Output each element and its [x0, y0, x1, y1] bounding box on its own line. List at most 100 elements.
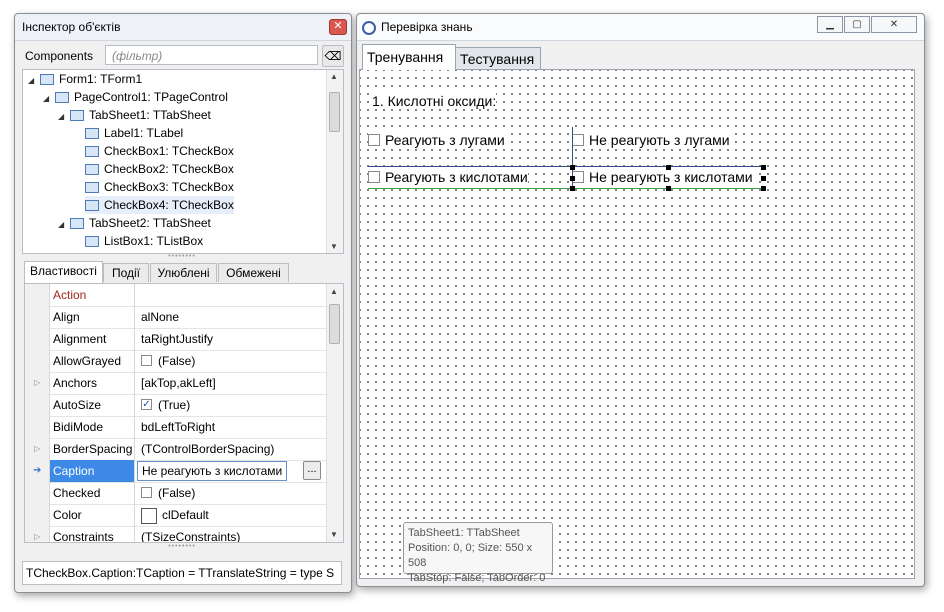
scroll-down-icon[interactable]: ▼: [330, 242, 338, 251]
maximize-icon[interactable]: ▢: [844, 16, 870, 33]
property-value[interactable]: alNone: [137, 306, 325, 328]
tree-item-label: Label1: TLabel: [104, 126, 184, 140]
tree-item-checkbox3[interactable]: CheckBox3: TCheckBox: [85, 178, 234, 196]
collapse-icon[interactable]: ◢: [58, 220, 64, 229]
property-row-borderspacing[interactable]: ▷ BorderSpacing (TControlBorderSpacing): [25, 438, 326, 461]
property-value-text: (False): [158, 486, 196, 500]
pagecontrol-icon: [55, 92, 69, 104]
checkbox-box[interactable]: [572, 134, 584, 147]
checkbox-unchecked[interactable]: [141, 487, 152, 499]
property-row-constraints[interactable]: ▷ Constraints (TSizeConstraints): [25, 526, 326, 542]
tabsheet1-canvas[interactable]: 1. Кислотні оксиди: Реагують з лугами Не…: [359, 69, 915, 584]
inspector-title: Інспектор об'єктів: [22, 20, 121, 34]
component-tree[interactable]: ◢ Form1: TForm1 ◢ PageControl1: TPageCon…: [22, 69, 344, 254]
property-value[interactable]: [akTop,akLeft]: [137, 372, 325, 394]
property-name: BorderSpacing: [50, 438, 135, 460]
property-row-action[interactable]: Action: [25, 284, 326, 307]
property-value[interactable]: bdLeftToRight: [137, 416, 325, 438]
scroll-up-icon[interactable]: ▲: [330, 72, 338, 81]
tree-item-label: Form1: TForm1: [59, 72, 143, 86]
property-row-bidimode[interactable]: BidiMode bdLeftToRight: [25, 416, 326, 439]
property-row-checked[interactable]: Checked (False): [25, 482, 326, 505]
property-scrollbar[interactable]: ▲ ▼: [326, 284, 343, 542]
property-row-color[interactable]: Color clDefault: [25, 504, 326, 527]
resize-handle[interactable]: [666, 165, 671, 170]
resize-handle[interactable]: [761, 176, 766, 181]
resize-handle[interactable]: [570, 186, 575, 191]
tree-item-listbox1[interactable]: ListBox1: TListBox: [85, 232, 203, 250]
checkbox3[interactable]: Реагують з кислотами: [368, 169, 528, 185]
current-row-arrow-icon: ➔: [33, 465, 42, 476]
property-row-alignment[interactable]: Alignment taRightJustify: [25, 328, 326, 351]
minimize-icon[interactable]: ▁: [817, 16, 843, 33]
collapse-icon[interactable]: ◢: [43, 94, 49, 103]
object-inspector-window: Інспектор об'єктів ✕ Components (фільтр)…: [14, 13, 352, 593]
resize-handle[interactable]: [570, 165, 575, 170]
checkbox-checked[interactable]: ✓: [141, 399, 152, 411]
tab-testing[interactable]: Тестування: [455, 47, 541, 69]
resize-handle[interactable]: [761, 186, 766, 191]
expand-icon[interactable]: ▷: [34, 372, 40, 394]
expand-icon[interactable]: ▷: [34, 526, 40, 542]
splitter-handle[interactable]: ••••••••: [22, 253, 342, 261]
tree-item-checkbox2[interactable]: CheckBox2: TCheckBox: [85, 160, 234, 178]
tabsheet-icon: [70, 110, 84, 122]
collapse-icon[interactable]: ◢: [58, 112, 64, 121]
property-row-autosize[interactable]: AutoSize ✓ (True): [25, 394, 326, 417]
caption-value-input[interactable]: Не реагують з кислотами: [137, 461, 287, 481]
ellipsis-button[interactable]: ...: [303, 461, 321, 480]
property-row-caption[interactable]: ➔ Caption Не реагують з кислотами ...: [25, 460, 326, 483]
property-row-allowgrayed[interactable]: AllowGrayed (False): [25, 350, 326, 373]
collapse-icon[interactable]: ◢: [28, 76, 34, 85]
tree-item-pagecontrol1[interactable]: PageControl1: TPageControl: [55, 88, 228, 106]
resize-handle[interactable]: [666, 186, 671, 191]
checkbox-unchecked[interactable]: [141, 355, 152, 367]
tree-item-checkbox4[interactable]: CheckBox4: TCheckBox: [85, 196, 234, 214]
checkbox-box[interactable]: [368, 171, 380, 184]
tree-item-label1[interactable]: Label1: TLabel: [85, 124, 183, 142]
checkbox2[interactable]: Не реагують з лугами: [572, 132, 730, 148]
property-value[interactable]: taRightJustify: [137, 328, 325, 350]
close-icon[interactable]: ✕: [329, 19, 347, 35]
filter-input[interactable]: (фільтр): [105, 45, 318, 65]
expand-icon[interactable]: ▷: [34, 438, 40, 460]
tab-favorites[interactable]: Улюблені: [150, 263, 217, 282]
tab-training[interactable]: Тренування: [362, 44, 456, 70]
tree-item-tabsheet2[interactable]: TabSheet2: TTabSheet: [70, 214, 211, 232]
checkbox1[interactable]: Реагують з лугами: [368, 132, 505, 148]
tab-events[interactable]: Події: [103, 263, 149, 282]
tab-properties[interactable]: Властивості: [24, 261, 103, 283]
property-grid: Action Align alNone Alignment taRightJus…: [24, 283, 344, 543]
scroll-up-icon[interactable]: ▲: [330, 287, 338, 296]
resize-handle[interactable]: [761, 165, 766, 170]
tree-item-form1[interactable]: Form1: TForm1: [40, 70, 142, 88]
property-value[interactable]: (False): [137, 482, 325, 504]
checkbox-icon: [85, 200, 99, 212]
resize-handle[interactable]: [570, 176, 575, 181]
property-value[interactable]: ✓ (True): [137, 394, 325, 416]
tree-scrollbar[interactable]: ▲ ▼: [326, 70, 343, 253]
checkbox-box[interactable]: [368, 134, 380, 147]
property-row-anchors[interactable]: ▷ Anchors [akTop,akLeft]: [25, 372, 326, 395]
property-value[interactable]: (TControlBorderSpacing): [137, 438, 325, 460]
property-name: BidiMode: [50, 416, 135, 438]
scroll-thumb[interactable]: [329, 304, 340, 344]
property-value[interactable]: (False): [137, 350, 325, 372]
property-value[interactable]: (TSizeConstraints): [137, 526, 325, 542]
scroll-down-icon[interactable]: ▼: [330, 530, 338, 539]
row-gutter: [25, 394, 50, 416]
tree-item-checkbox1[interactable]: CheckBox1: TCheckBox: [85, 142, 234, 160]
scroll-thumb[interactable]: [329, 92, 340, 132]
close-icon[interactable]: ✕: [871, 16, 917, 33]
property-value[interactable]: clDefault: [137, 504, 325, 526]
tree-item-tabsheet1[interactable]: TabSheet1: TTabSheet: [70, 106, 211, 124]
property-row-align[interactable]: Align alNone: [25, 306, 326, 329]
checkbox4[interactable]: Не реагують з кислотами: [572, 169, 753, 185]
splitter-handle[interactable]: ••••••••: [22, 543, 342, 551]
tab-restricted[interactable]: Обмежені: [218, 263, 289, 282]
checkbox-icon: [85, 164, 99, 176]
property-value[interactable]: [137, 284, 325, 306]
horizontal-guide-line: [368, 166, 764, 167]
clear-filter-button[interactable]: ⌫: [322, 45, 344, 67]
tree-item-label: CheckBox1: TCheckBox: [104, 144, 234, 158]
